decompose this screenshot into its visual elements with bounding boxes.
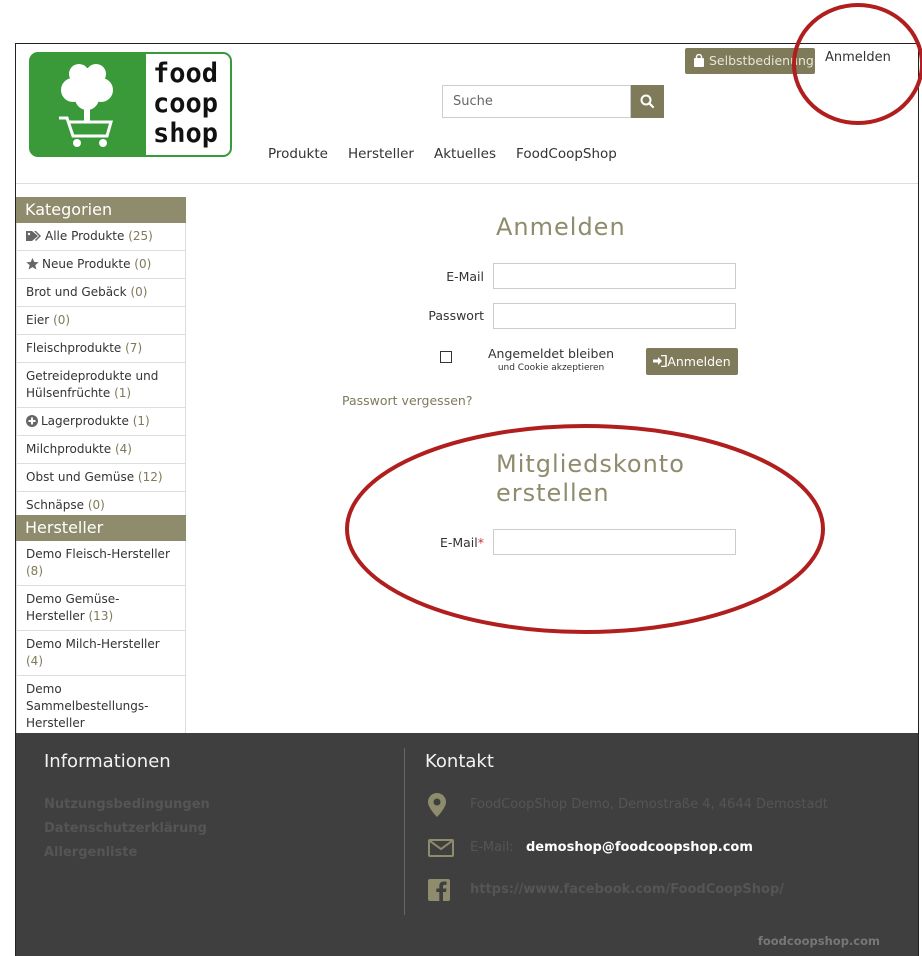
logo-text-coop: coop: [153, 88, 218, 119]
sidebar-item-eier[interactable]: Eier (0): [17, 307, 185, 335]
sidebar-item-label: Neue Produkte: [42, 257, 131, 271]
sidebar-item-fleisch-hersteller[interactable]: Demo Fleisch-Hersteller (8): [17, 541, 185, 586]
register-title: Mitgliedskonto erstellen: [496, 450, 685, 508]
footer-address-text: FoodCoopShop Demo, Demostraße 4, 4644 De…: [470, 797, 828, 812]
sidebar-item-label: Demo Milch-Hersteller: [26, 637, 160, 651]
login-password-field[interactable]: [493, 303, 736, 329]
login-email-field[interactable]: [493, 263, 736, 289]
manufacturers-heading: Hersteller: [16, 515, 186, 541]
sidebar-item-count: (7): [125, 341, 143, 355]
remember-label-main: Angemeldet bleiben: [488, 346, 615, 361]
page-frame: food coop shop Selbstbedienung Anmelden …: [15, 43, 919, 956]
sidebar-item-count: (4): [114, 442, 132, 456]
selfservice-label: Selbstbedienung: [709, 53, 814, 68]
footer-copyright[interactable]: foodcoopshop.com: [758, 934, 880, 948]
sidebar-item-gemuese-hersteller[interactable]: Demo Gemüse-Hersteller (13): [17, 586, 185, 631]
sidebar-item-label: Brot und Gebäck: [26, 285, 127, 299]
sidebar-item-count: (25): [128, 229, 153, 243]
register-email-label: E-Mail*: [406, 535, 484, 550]
search-input[interactable]: Suche: [442, 85, 631, 118]
sidebar-item-label: Demo Sammelbestellungs-Hersteller: [26, 682, 149, 730]
nav-produkte[interactable]: Produkte: [268, 146, 328, 162]
login-email-label: E-Mail: [446, 269, 484, 284]
remember-checkbox[interactable]: [440, 351, 452, 363]
main-nav: Produkte Hersteller Aktuelles FoodCoopShop: [268, 146, 637, 162]
sidebar-item-count: (0): [130, 285, 148, 299]
required-mark: *: [477, 535, 484, 550]
footer-link-terms[interactable]: Nutzungsbedingungen: [44, 797, 210, 812]
sidebar-item-label: Demo Fleisch-Hersteller: [26, 547, 170, 561]
nav-foodcoopshop[interactable]: FoodCoopShop: [516, 146, 617, 162]
star-icon: [26, 258, 39, 270]
sidebar-item-label: Milchprodukte: [26, 442, 112, 456]
logo-text-shop: shop: [153, 118, 218, 149]
sidebar-item-label: Eier: [26, 313, 50, 327]
register-title-line1: Mitgliedskonto: [496, 450, 685, 478]
logo-text-food: food: [153, 58, 218, 89]
register-email-field[interactable]: [493, 529, 736, 555]
login-button[interactable]: Anmelden: [646, 348, 738, 375]
login-password-label: Passwort: [428, 308, 484, 323]
register-email-label-text: E-Mail: [439, 535, 478, 550]
remember-label-sub: und Cookie akzeptieren: [497, 363, 605, 373]
login-link[interactable]: Anmelden: [825, 50, 891, 65]
header-divider: [16, 183, 918, 184]
footer-link-privacy[interactable]: Datenschutzerklärung: [44, 821, 207, 836]
nav-hersteller[interactable]: Hersteller: [348, 146, 414, 162]
register-title-line2: erstellen: [496, 479, 610, 507]
remember-label: Angemeldet bleiben und Cookie akzeptiere…: [488, 347, 614, 375]
footer-contact-title: Kontakt: [425, 751, 494, 772]
sidebar-item-alle-produkte[interactable]: Alle Produkte (25): [17, 223, 185, 251]
sidebar-item-lager[interactable]: Lagerprodukte (1): [17, 408, 185, 436]
sidebar-item-brot[interactable]: Brot und Gebäck (0): [17, 279, 185, 307]
sidebar-item-label: Fleischprodukte: [26, 341, 122, 355]
footer-email-prefix: E-Mail:: [470, 840, 514, 855]
login-title: Anmelden: [496, 213, 626, 241]
sidebar-item-count: (8): [26, 564, 43, 578]
nav-aktuelles[interactable]: Aktuelles: [434, 146, 496, 162]
sidebar-item-count: (1): [114, 386, 132, 400]
sidebar-item-count: (12): [137, 470, 163, 484]
sidebar-item-getreide[interactable]: Getreideprodukte und Hülsenfrüchte (1): [17, 363, 185, 408]
sidebar-item-sammel-hersteller[interactable]: Demo Sammelbestellungs-Hersteller: [17, 676, 155, 738]
manufacturers-list: Demo Fleisch-Hersteller (8) Demo Gemüse-…: [16, 541, 186, 738]
footer-info-title: Informationen: [44, 751, 171, 772]
sidebar-item-count: (0): [134, 257, 152, 271]
footer-divider: [404, 748, 405, 915]
sign-in-icon: [653, 354, 668, 368]
login-button-label: Anmelden: [667, 354, 731, 369]
tags-icon: [26, 231, 41, 241]
footer-email-link[interactable]: demoshop@foodcoopshop.com: [526, 840, 753, 855]
sidebar-item-label: Schnäpse: [26, 498, 85, 512]
sidebar-item-milch-hersteller[interactable]: Demo Milch-Hersteller (4): [17, 631, 185, 676]
sidebar-item-neue-produkte[interactable]: Neue Produkte (0): [17, 251, 185, 279]
sidebar-item-label: Getreideprodukte und Hülsenfrüchte: [26, 369, 159, 400]
footer-link-allergens[interactable]: Allergenliste: [44, 845, 137, 860]
sidebar-item-count: (0): [53, 313, 71, 327]
map-marker-icon: [428, 793, 446, 817]
sidebar-item-label: Alle Produkte: [45, 229, 125, 243]
sidebar-item-count: (0): [87, 498, 105, 512]
sidebar-item-obst[interactable]: Obst und Gemüse (12): [17, 464, 185, 492]
facebook-icon: [428, 879, 450, 901]
search-icon: [640, 94, 655, 109]
sidebar-item-label: Obst und Gemüse: [26, 470, 135, 484]
forgot-password-link[interactable]: Passwort vergessen?: [342, 393, 472, 408]
sidebar-item-milch[interactable]: Milchprodukte (4): [17, 436, 185, 464]
plus-circle-icon: [26, 415, 38, 427]
sidebar-item-count: (1): [132, 414, 150, 428]
sidebar-item-count: (13): [88, 609, 114, 623]
sidebar-item-label: Lagerprodukte: [41, 414, 129, 428]
shopping-bag-icon: [694, 53, 704, 67]
footer-facebook-link[interactable]: https://www.facebook.com/FoodCoopShop/: [470, 882, 784, 897]
search-button[interactable]: [631, 85, 664, 118]
categories-heading: Kategorien: [16, 197, 186, 223]
envelope-icon: [428, 839, 454, 857]
foodcoopshop-logo[interactable]: food coop shop: [29, 52, 232, 157]
selfservice-button[interactable]: Selbstbedienung: [685, 48, 815, 74]
categories-list: Alle Produkte (25) Neue Produkte (0) Bro…: [16, 223, 186, 520]
sidebar-item-fleisch[interactable]: Fleischprodukte (7): [17, 335, 185, 363]
sidebar-item-count: (4): [26, 654, 43, 668]
footer: Informationen Nutzungsbedingungen Datens…: [16, 733, 918, 956]
